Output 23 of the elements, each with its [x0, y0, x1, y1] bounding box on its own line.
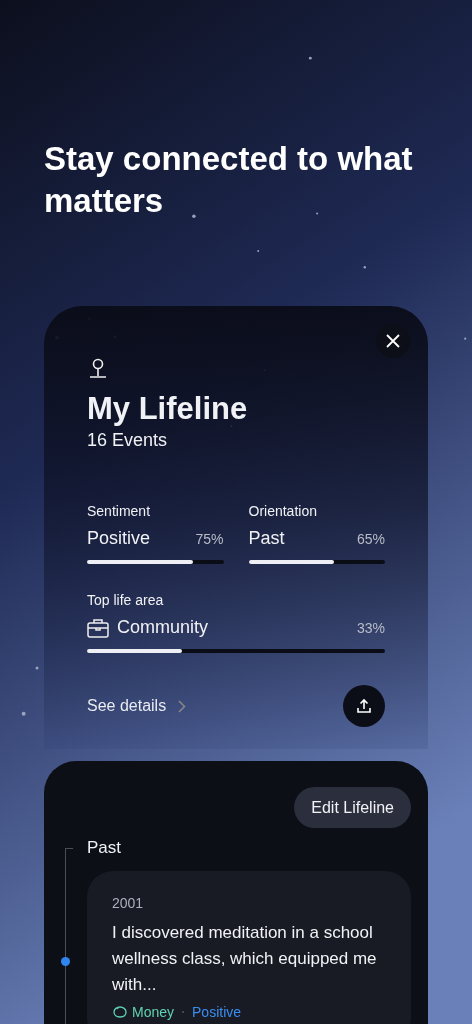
stat-label: Sentiment — [87, 503, 152, 519]
chevron-right-icon — [178, 699, 187, 713]
stat-label: Orientation — [248, 503, 318, 519]
see-details-link[interactable]: See details — [87, 697, 187, 715]
stat-percent: 75% — [195, 530, 224, 547]
event-count: 16 Events — [87, 430, 169, 451]
section-title: Past — [87, 838, 123, 858]
card-title: My Lifeline — [87, 390, 249, 428]
headline: Stay connected to what matters — [44, 139, 414, 221]
timeline-dot — [61, 957, 70, 966]
edit-lifeline-button[interactable]: Edit Lifeline — [294, 787, 411, 828]
stat-percent: 33% — [356, 619, 385, 636]
stat-value: Past — [248, 528, 285, 549]
briefcase-icon — [87, 617, 109, 638]
tag-label: Money — [132, 1004, 175, 1020]
pin-icon — [87, 358, 109, 380]
stat-value: Community — [117, 617, 209, 638]
stat-percent: 65% — [356, 530, 385, 547]
stat-label: Top life area — [87, 592, 165, 608]
event-year: 2001 — [112, 895, 145, 911]
event-text: I discovered meditation in a school wellness class, which equipped me with... — [112, 922, 378, 996]
stat-value: Positive — [87, 528, 151, 549]
tag-label: Positive — [192, 1004, 242, 1020]
